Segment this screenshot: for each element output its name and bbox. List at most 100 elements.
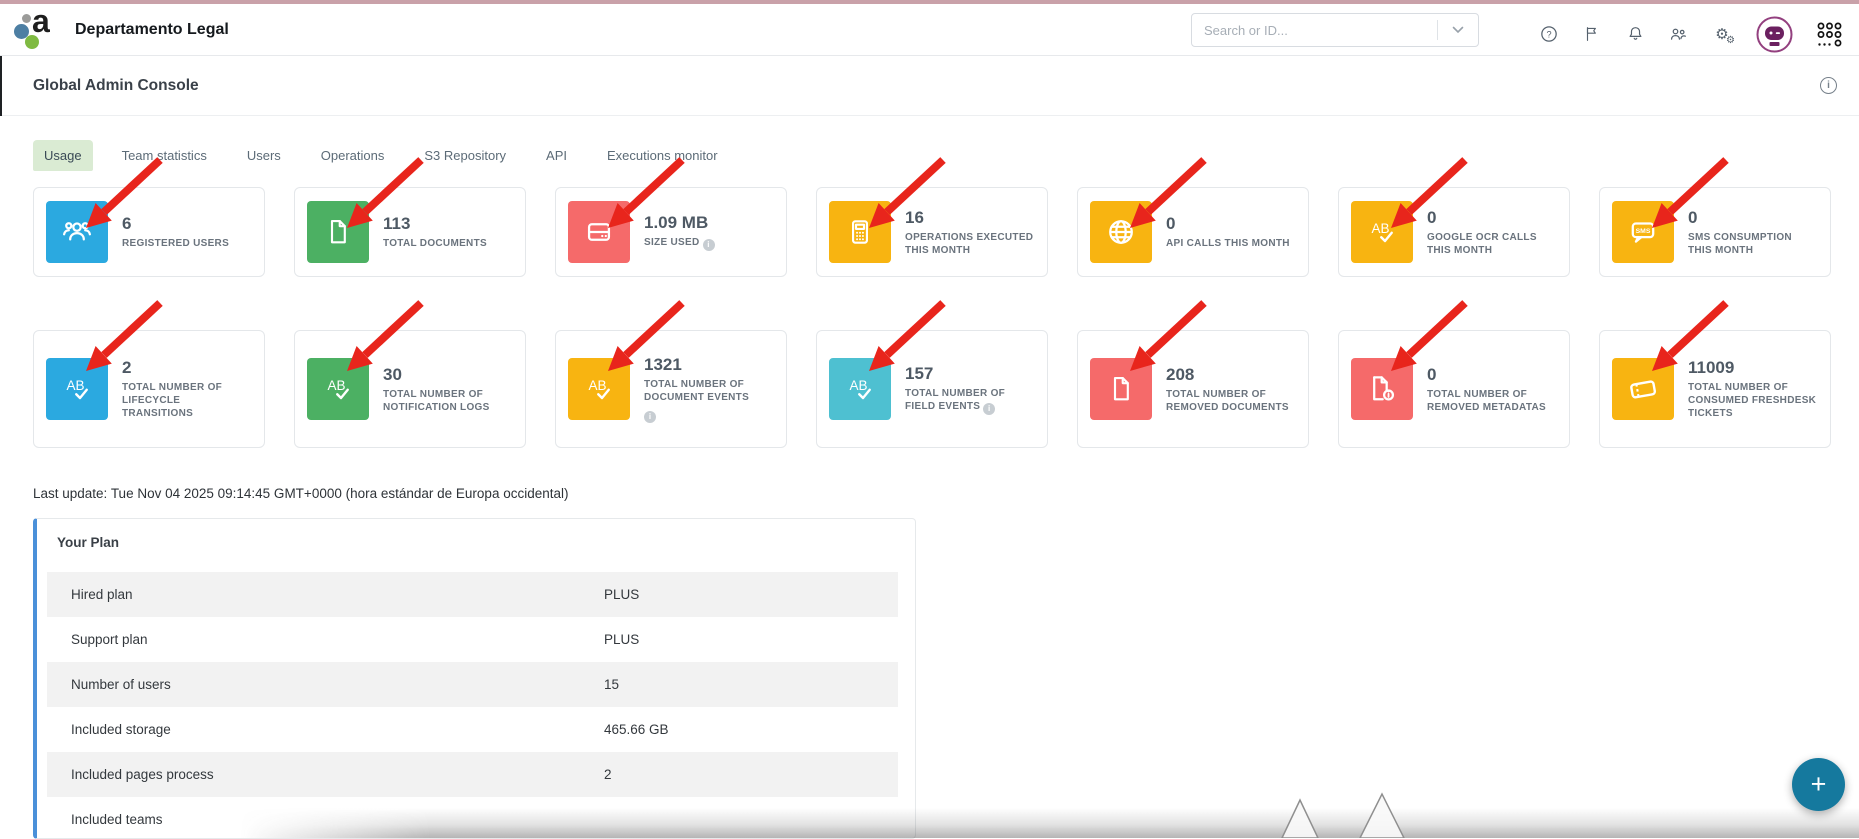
stat-value: 2 [122,358,252,378]
stat-value: 0 [1166,214,1290,234]
global-search [1191,13,1479,47]
stat-card: 16 OPERATIONS EXECUTED THIS MONTH [816,187,1048,277]
stat-value: 208 [1166,365,1296,385]
document-icon [1090,358,1152,420]
stat-label: TOTAL NUMBER OF DOCUMENT EVENTS [644,378,774,404]
info-dot-icon[interactable]: i [644,411,656,423]
search-input[interactable] [1192,14,1437,46]
stats-row-1: 6 REGISTERED USERS 113 TOTAL DOCUMENTS 1… [33,187,1831,277]
tab-team-statistics[interactable]: Team statistics [111,140,218,171]
plan-row-label: Support plan [47,632,604,647]
search-scope-dropdown[interactable] [1438,26,1478,34]
stat-card: AB 2 TOTAL NUMBER OF LIFECYCLE TRANSITIO… [33,330,265,448]
stat-label: OPERATIONS EXECUTED THIS MONTH [905,231,1035,257]
plan-row-value: PLUS [604,632,898,647]
notifications-button[interactable] [1625,24,1645,44]
logo-letter: a [32,3,50,40]
svg-text:SMS: SMS [1636,228,1651,235]
svg-text:AB: AB [327,378,345,393]
bottom-overlay-shadow [240,808,1859,838]
page-title-bar: Global Admin Console i [0,56,1859,116]
ab-check-icon: AB [307,358,369,420]
stat-card: 113 TOTAL DOCUMENTS [294,187,526,277]
stat-label: GOOGLE OCR CALLS THIS MONTH [1427,231,1557,257]
ab-check-icon: AB [829,358,891,420]
help-button[interactable]: ? [1539,24,1559,44]
svg-text:AB: AB [588,378,606,393]
last-update-text: Last update: Tue Nov 04 2025 09:14:45 GM… [33,486,569,501]
brand-logo[interactable]: a [12,9,56,51]
users-group-icon [46,201,108,263]
app-header: a Departamento Legal ? [0,4,1859,56]
stat-card: SMS 0 SMS CONSUMPTION THIS MONTH [1599,187,1831,277]
left-edge-line [0,56,2,116]
ticket-icon [1612,358,1674,420]
stat-value: 11009 [1688,358,1818,378]
stat-label: API CALLS THIS MONTH [1166,237,1290,250]
stat-label: TOTAL NUMBER OF NOTIFICATION LOGS [383,388,513,414]
stat-label: SMS CONSUMPTION THIS MONTH [1688,231,1818,257]
plan-row: Number of users 15 [47,662,898,707]
stats-row-2: AB 2 TOTAL NUMBER OF LIFECYCLE TRANSITIO… [33,330,1831,448]
page-title: Global Admin Console [33,77,199,95]
plan-row: Support plan PLUS [47,617,898,662]
apps-grid-icon [1816,21,1843,48]
plan-row: Included storage 465.66 GB [47,707,898,752]
logo-dot-gray [22,14,31,23]
stat-label: REGISTERED USERS [122,237,229,250]
tab-executions-monitor[interactable]: Executions monitor [596,140,729,171]
settings-button[interactable]: ⚙ ⚙ [1711,24,1733,44]
stat-card: AB 157 TOTAL NUMBER OF FIELD EVENTSi [816,330,1048,448]
stat-value: 30 [383,365,513,385]
stat-label: TOTAL NUMBER OF REMOVED DOCUMENTS [1166,388,1296,414]
feedback-button[interactable] [1582,24,1602,44]
plan-row-value: PLUS [604,587,898,602]
stat-value: 6 [122,214,229,234]
stat-value: 113 [383,214,487,234]
plan-row-value: 15 [604,677,898,692]
plan-row: Included pages process 2 [47,752,898,797]
tab-api[interactable]: API [535,140,578,171]
plan-row-label: Number of users [47,677,604,692]
add-button[interactable]: + [1792,758,1845,811]
stat-card: AB 1321 TOTAL NUMBER OF DOCUMENT EVENTS i [555,330,787,448]
info-dot-icon[interactable]: i [983,403,995,415]
stat-card: AB 0 GOOGLE OCR CALLS THIS MONTH [1338,187,1570,277]
tab-bar: Usage Team statistics Users Operations S3 Re… [33,140,729,171]
plan-row-label: Hired plan [47,587,604,602]
plan-title: Your Plan [57,535,915,550]
assistant-avatar[interactable] [1756,16,1793,53]
svg-text:AB: AB [1371,221,1389,236]
stat-label: TOTAL NUMBER OF FIELD EVENTSi [905,387,1035,415]
stat-card: 0 API CALLS THIS MONTH [1077,187,1309,277]
stat-label: TOTAL DOCUMENTS [383,237,487,250]
tab-users[interactable]: Users [236,140,292,171]
tab-s3-repository[interactable]: S3 Repository [413,140,517,171]
users-icon [1668,24,1688,44]
stat-card: 1.09 MB SIZE USEDi [555,187,787,277]
tab-operations[interactable]: Operations [310,140,396,171]
stat-card: AB 30 TOTAL NUMBER OF NOTIFICATION LOGS [294,330,526,448]
apps-grid-button[interactable] [1816,21,1843,48]
stat-value: 0 [1688,208,1818,228]
info-dot-icon[interactable]: i [703,239,715,251]
page-info-button[interactable]: i [1820,77,1837,94]
stat-value: 0 [1427,365,1557,385]
stat-card: 0 TOTAL NUMBER OF REMOVED METADATAS [1338,330,1570,448]
stat-value: 16 [905,208,1035,228]
help-icon: ? [1539,24,1559,44]
workspace-title: Departamento Legal [75,21,229,39]
stat-label: TOTAL NUMBER OF REMOVED METADATAS [1427,388,1557,414]
tab-usage[interactable]: Usage [33,140,93,171]
ab-check-icon: AB [46,358,108,420]
stat-label: TOTAL NUMBER OF LIFECYCLE TRANSITIONS [122,381,252,420]
plan-table: Hired plan PLUS Support plan PLUS Number… [47,572,898,839]
header-icon-bar: ? ⚙ ⚙ [1539,14,1843,54]
team-button[interactable] [1668,24,1688,44]
globe-icon [1090,201,1152,263]
ab-check-icon: AB [568,358,630,420]
stat-value: 157 [905,364,1035,384]
stat-card: 11009 TOTAL NUMBER OF CONSUMED FRESHDESK… [1599,330,1831,448]
stat-value: 1321 [644,355,774,375]
chart-peaks-decoration [1262,790,1432,838]
